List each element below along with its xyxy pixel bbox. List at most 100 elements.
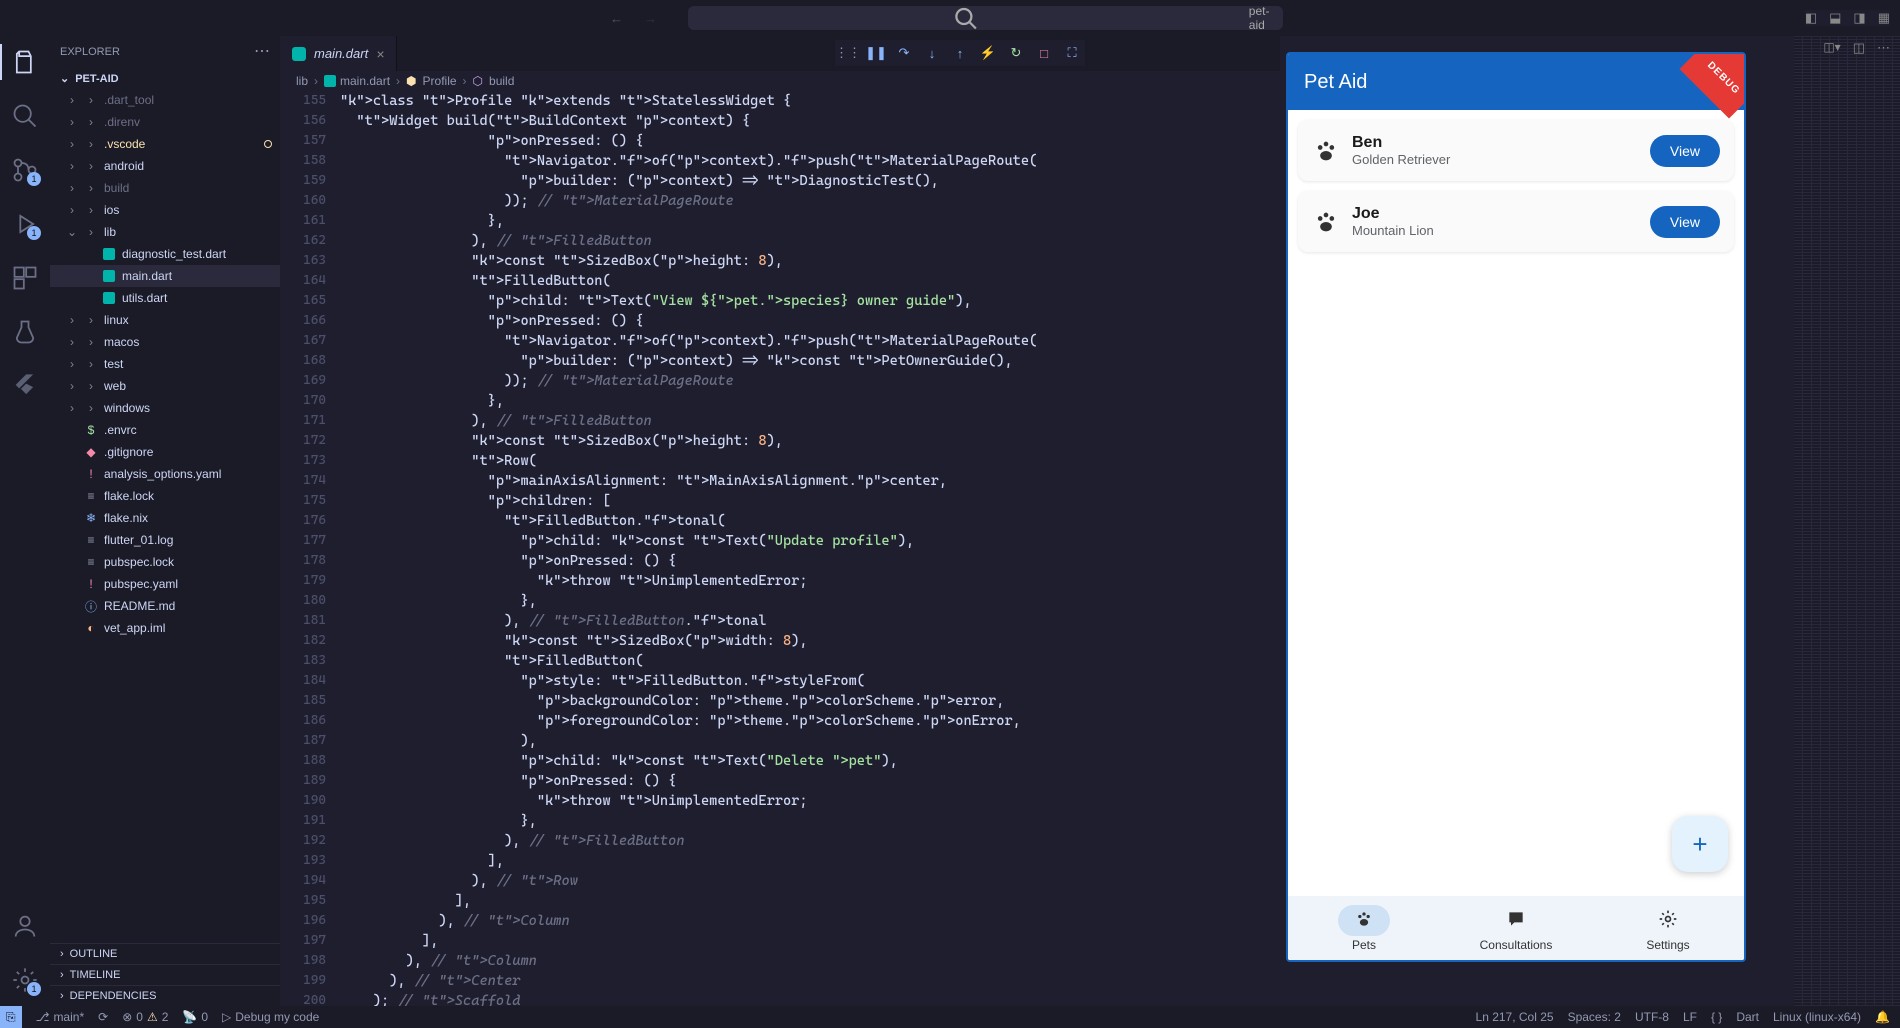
debug-badge: 1 [27,226,41,240]
explorer-title-label: EXPLORER [60,46,120,58]
close-icon[interactable]: × [376,46,384,62]
tree-item-diagnostic-test-dart[interactable]: diagnostic_test.dart [50,243,280,265]
drag-handle-icon[interactable]: ⋮⋮ [841,46,855,60]
tree-item--vscode[interactable]: ››.vscode [50,133,280,155]
step-out-icon[interactable]: ↑ [953,46,967,60]
pause-icon[interactable]: ❚❚ [869,46,883,60]
status-eol[interactable]: LF [1683,1010,1697,1024]
activity-account[interactable] [11,912,39,940]
tree-item-flutter-01-log[interactable]: ≡flutter_01.log [50,529,280,551]
add-pet-fab[interactable]: + [1672,816,1728,872]
status-language[interactable]: Dart [1736,1010,1759,1024]
tree-item-utils-dart[interactable]: utils.dart [50,287,280,309]
tree-item-web[interactable]: ››web [50,375,280,397]
activity-explorer[interactable] [11,48,39,76]
view-pet-button[interactable]: View [1650,135,1720,167]
status-encoding[interactable]: UTF-8 [1635,1010,1669,1024]
tree-item-ios[interactable]: ››ios [50,199,280,221]
project-root[interactable]: ⌄ PET-AID [50,68,280,89]
settings-badge: 1 [27,982,41,996]
status-sync[interactable]: ⟳ [98,1010,108,1024]
branch-icon: ⎇ [36,1010,50,1024]
split-editor-icon[interactable]: ◫ [1853,40,1865,56]
tree-item-windows[interactable]: ››windows [50,397,280,419]
tree-item-pubspec-lock[interactable]: ≡pubspec.lock [50,551,280,573]
toggle-secondary-sidebar-icon[interactable]: ◨ [1853,10,1865,26]
activity-search[interactable] [11,102,39,130]
tree-item-test[interactable]: ››test [50,353,280,375]
more-actions-icon[interactable]: ⋯ [1877,40,1890,56]
gear-icon [1658,909,1678,929]
code-content[interactable]: "k">class "t">Profile "k">extends "t">St… [340,91,1280,1006]
command-center-search[interactable]: pet-aid [688,6,1283,30]
activity-scm[interactable]: 1 [11,156,39,184]
tree-item-macos[interactable]: ››macos [50,331,280,353]
status-problems[interactable]: ⊗0 ⚠2 [122,1010,168,1024]
paw-icon [1312,137,1340,165]
explorer-title: EXPLORER ⋯ [50,36,280,68]
status-debug-launch[interactable]: ▷Debug my code [222,1010,319,1024]
view-pet-button[interactable]: View [1650,206,1720,238]
editor-area: main.dart × ⋮⋮ ❚❚ ↷ ↓ ↑ ⚡ ↻ □ ⛶ lib› mai… [280,36,1280,1006]
status-spaces[interactable]: Spaces: 2 [1568,1010,1621,1024]
nav-consultations[interactable]: Consultations [1440,896,1592,960]
tree-item-main-dart[interactable]: main.dart [50,265,280,287]
tree-item-flake-nix[interactable]: ❄flake.nix [50,507,280,529]
dart-icon [292,47,306,61]
status-cursor-pos[interactable]: Ln 217, Col 25 [1476,1010,1554,1024]
chat-icon [1506,909,1526,929]
project-name: PET-AID [75,73,118,85]
step-into-icon[interactable]: ↓ [925,46,939,60]
tree-item-build[interactable]: ››build [50,177,280,199]
pet-name: Ben [1352,134,1638,152]
tree-item--dart-tool[interactable]: ››.dart_tool [50,89,280,111]
activity-settings[interactable]: 1 [11,966,39,994]
tree-item-pubspec-yaml[interactable]: !pubspec.yaml [50,573,280,595]
tree-item-lib[interactable]: ⌄›lib [50,221,280,243]
tree-item-android[interactable]: ››android [50,155,280,177]
outline-section[interactable]: ›OUTLINE [50,943,280,964]
no-device-icon[interactable]: ◫▾ [1823,40,1840,56]
debug-icon: ▷ [222,1010,231,1024]
tree-item-linux[interactable]: ››linux [50,309,280,331]
status-branch[interactable]: ⎇main* [36,1010,85,1024]
hot-reload-icon[interactable]: ⚡ [981,46,995,60]
activity-flutter[interactable] [11,372,39,400]
status-target[interactable]: Linux (linux-x64) [1773,1010,1861,1024]
tab-main-dart[interactable]: main.dart × [280,36,397,71]
tree-item-flake-lock[interactable]: ≡flake.lock [50,485,280,507]
breadcrumb[interactable]: lib› main.dart› ⬢Profile› ⬡build [280,71,1280,91]
timeline-section[interactable]: ›TIMELINE [50,964,280,985]
tree-item-readme-md[interactable]: ⓘREADME.md [50,595,280,617]
restart-icon[interactable]: ↻ [1009,46,1023,60]
status-brackets[interactable]: { } [1711,1010,1722,1024]
dependencies-section[interactable]: ›DEPENDENCIES [50,985,280,1006]
stop-icon[interactable]: □ [1037,46,1051,60]
open-devtools-icon[interactable]: ⛶ [1065,46,1079,60]
tree-item-vet-app-iml[interactable]: ◐vet_app.iml [50,617,280,639]
dart-icon [324,75,336,87]
explorer-more-icon[interactable]: ⋯ [254,44,270,60]
status-notifications[interactable]: 🔔 [1875,1010,1890,1024]
minimap[interactable] [1794,36,1900,1006]
nav-back-icon[interactable]: ← [610,11,624,25]
activity-testing[interactable] [11,318,39,346]
customize-layout-icon[interactable]: ▦ [1878,10,1890,26]
tree-item-analysis-options-yaml[interactable]: !analysis_options.yaml [50,463,280,485]
nav-pets[interactable]: Pets [1288,896,1440,960]
code-editor[interactable]: 1551561571581591601611621631641651661671… [280,91,1280,1006]
toggle-primary-sidebar-icon[interactable]: ◧ [1805,10,1817,26]
status-ports[interactable]: 📡0 [182,1010,208,1024]
activity-debug[interactable]: 1 [11,210,39,238]
remote-indicator[interactable]: ⎘ [0,1006,22,1028]
toggle-panel-icon[interactable]: ⬓ [1829,10,1841,26]
tree-item--direnv[interactable]: ››.direnv [50,111,280,133]
nav-settings[interactable]: Settings [1592,896,1744,960]
bell-icon: 🔔 [1875,1010,1890,1024]
activity-extensions[interactable] [11,264,39,292]
nav-forward-icon[interactable]: → [644,11,658,25]
tree-item--envrc[interactable]: $.envrc [50,419,280,441]
activity-bar: 1 1 1 [0,36,50,1006]
step-over-icon[interactable]: ↷ [897,46,911,60]
tree-item--gitignore[interactable]: ◆.gitignore [50,441,280,463]
